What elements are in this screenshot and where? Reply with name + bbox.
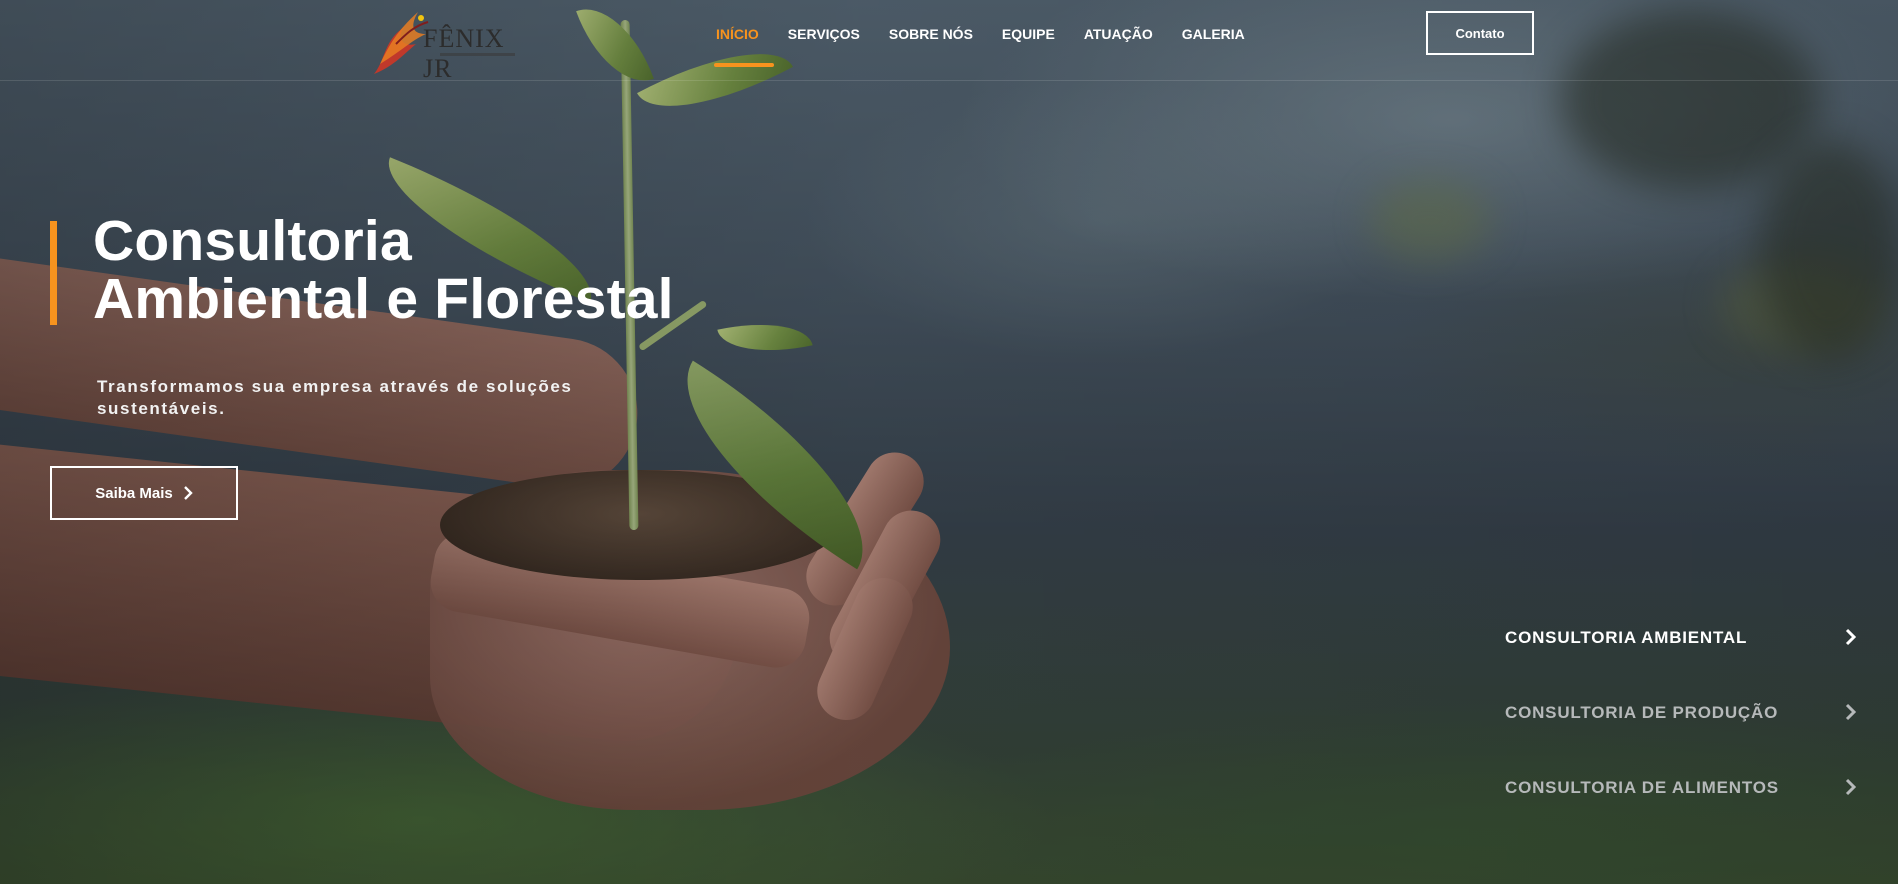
saiba-mais-button[interactable]: Saiba Mais (50, 466, 238, 520)
nav-item-galeria[interactable]: GALERIA (1182, 26, 1245, 42)
main-nav: INÍCIO SERVIÇOS SOBRE NÓS EQUIPE ATUAÇÃO… (714, 26, 1274, 67)
nav-item-equipe[interactable]: EQUIPE (1002, 26, 1055, 42)
hero-subtitle: Transformamos sua empresa através de sol… (97, 377, 573, 418)
nav-item-atuacao[interactable]: ATUAÇÃO (1084, 26, 1153, 42)
service-item-consultoria-producao[interactable]: CONSULTORIA DE PRODUÇÃO (1505, 697, 1857, 772)
saiba-mais-label: Saiba Mais (95, 484, 173, 502)
hero-title: Consultoria Ambiental e Florestal (93, 212, 674, 328)
site-header: FÊNIX JR INÍCIO SERVIÇOS SOBRE NÓS EQUIP… (0, 0, 1898, 83)
chevron-right-icon (1845, 778, 1857, 796)
title-accent-bar (50, 221, 57, 325)
nav-item-sobre-nos[interactable]: SOBRE NÓS (889, 26, 973, 42)
chevron-right-icon (183, 486, 193, 500)
brand-logo[interactable]: FÊNIX JR (366, 4, 536, 83)
hero-title-line-2: Ambiental e Florestal (93, 267, 674, 331)
service-label: CONSULTORIA DE ALIMENTOS (1505, 778, 1779, 797)
nav-item-servicos[interactable]: SERVIÇOS (788, 26, 860, 42)
service-item-consultoria-alimentos[interactable]: CONSULTORIA DE ALIMENTOS (1505, 772, 1857, 847)
services-list: CONSULTORIA AMBIENTAL CONSULTORIA DE PRO… (1505, 622, 1857, 847)
service-item-consultoria-ambiental[interactable]: CONSULTORIA AMBIENTAL (1505, 622, 1857, 697)
chevron-right-icon (1845, 628, 1857, 646)
service-label: CONSULTORIA AMBIENTAL (1505, 628, 1748, 647)
hero-title-line-1: Consultoria (93, 209, 412, 273)
chevron-right-icon (1845, 703, 1857, 721)
nav-item-inicio[interactable]: INÍCIO (716, 26, 759, 42)
contact-button[interactable]: Contato (1426, 11, 1534, 55)
brand-tagline-line (440, 53, 515, 56)
active-nav-indicator (714, 63, 774, 67)
service-label: CONSULTORIA DE PRODUÇÃO (1505, 703, 1779, 722)
